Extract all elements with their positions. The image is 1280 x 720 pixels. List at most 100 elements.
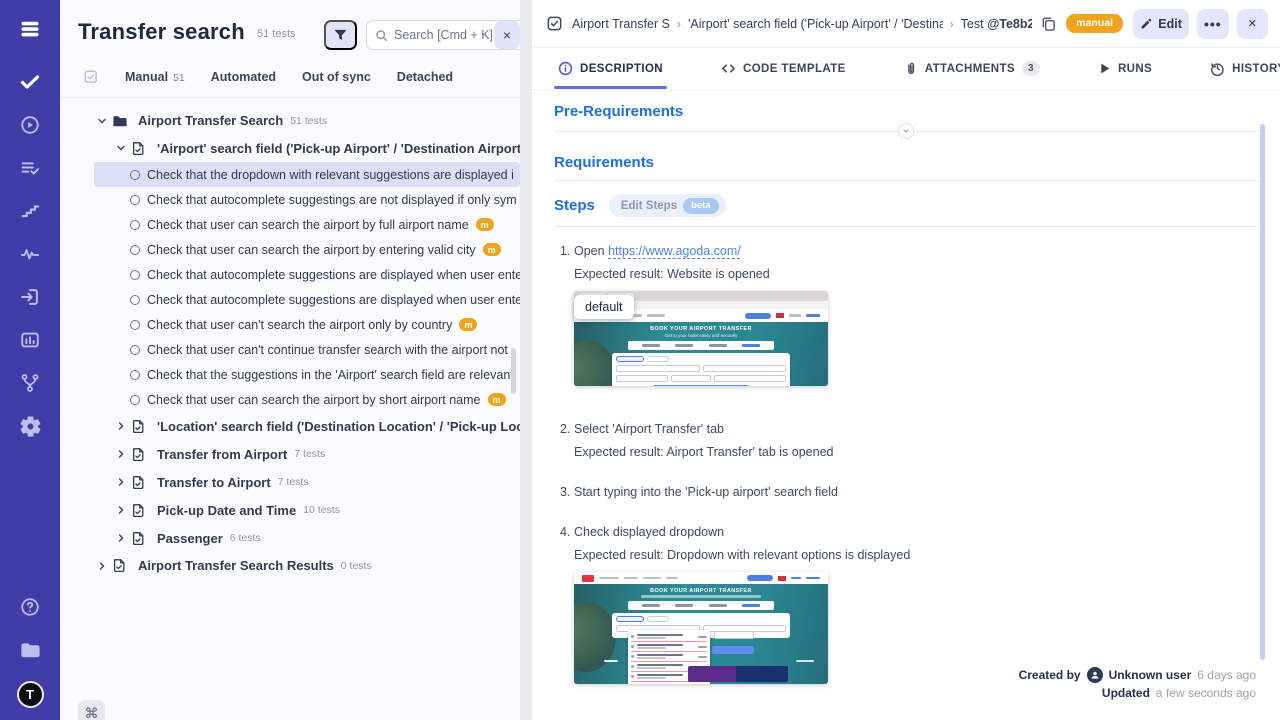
tree-item-label: Airport Transfer Search Results	[138, 558, 334, 573]
filter-tab-manual[interactable]: Manual51	[125, 70, 185, 84]
requirements-icon[interactable]	[18, 285, 42, 309]
list-scrollbar-thumb[interactable]	[511, 348, 516, 394]
shared-steps-icon[interactable]	[18, 199, 42, 223]
collapse-toggle[interactable]	[898, 123, 914, 139]
copy-icon[interactable]	[1041, 16, 1056, 31]
tree-test-case[interactable]: Check that user can search the airport b…	[94, 212, 520, 237]
tree-test-case[interactable]: Check that user can search the airport b…	[94, 387, 520, 412]
tree-suite[interactable]: Transfer to Airport7 tests	[94, 468, 520, 496]
step-action: Start typing into the 'Pick-up airport' …	[574, 485, 838, 499]
step-link[interactable]: https://www.agoda.com/	[608, 244, 741, 258]
filter-tab-detached[interactable]: Detached	[397, 70, 453, 84]
user-avatar-icon	[1087, 667, 1103, 683]
test-suite-tree: Airport Transfer Search51 tests 'Airport'…	[60, 98, 520, 579]
defects-icon[interactable]	[18, 242, 42, 266]
tree-folder[interactable]: Airport Transfer Search51 tests	[94, 107, 520, 134]
tree-suite[interactable]: 'Airport' search field ('Pick-up Airport…	[94, 134, 520, 162]
attachments-count-badge: 3	[1022, 61, 1040, 76]
test-runs-icon[interactable]	[18, 113, 42, 137]
step-item: 4.Check displayed dropdown Expected resul…	[560, 525, 1258, 684]
meta-footer: Created by Unknown user 6 days ago Updat…	[1019, 666, 1256, 702]
folder-icon	[112, 114, 128, 128]
steps-heading: Steps	[554, 197, 595, 214]
test-suite-icon	[112, 558, 126, 573]
tree-item-count: 0 tests	[341, 560, 372, 572]
breadcrumb-subsuite[interactable]: 'Airport' search field ('Pick-up Airport…	[688, 17, 943, 31]
manual-badge: m	[483, 243, 501, 256]
tree-item-label: Check that the suggestions in the 'Airpo…	[147, 368, 514, 382]
tab-code-template[interactable]: CODE TEMPLATE	[721, 48, 846, 89]
test-status-circle	[130, 345, 140, 355]
section-divider	[554, 131, 1258, 132]
step-expected-result: Expected result: Dropdown with relevant …	[574, 548, 1258, 562]
tab-history[interactable]: HISTORY	[1210, 48, 1280, 89]
filter-tab-automated[interactable]: Automated	[211, 70, 276, 84]
close-panel-button[interactable]: ×	[1237, 9, 1268, 39]
step-action: Open	[574, 244, 608, 258]
edit-steps-button[interactable]: Edit Steps beta	[609, 194, 726, 217]
select-all-icon[interactable]	[82, 68, 99, 85]
tree-item-label: Check that user can search the airport b…	[147, 393, 481, 407]
tree-test-case[interactable]: Check that user can't search the airport…	[94, 312, 520, 337]
tree-item-label: 'Airport' search field ('Pick-up Airport…	[157, 141, 520, 156]
chevron-right-icon	[115, 448, 127, 460]
tree-test-case[interactable]: Check that autocomplete suggestings are …	[94, 187, 520, 212]
step-screenshot[interactable]: BOOK YOUR AIRPORT TRANSFER	[574, 572, 828, 684]
test-id: @Te8b2...	[987, 17, 1032, 31]
tab-attachments[interactable]: ATTACHMENTS3	[904, 48, 1040, 89]
test-status-circle	[130, 195, 140, 205]
menu-icon[interactable]	[18, 17, 42, 41]
test-status-circle	[130, 270, 140, 280]
analytics-icon[interactable]	[18, 328, 42, 352]
tree-item-label: Check that user can't search the airport…	[147, 318, 452, 332]
tree-item-label: Check that autocomplete suggestions are …	[147, 268, 520, 282]
step-action: Check displayed dropdown	[574, 525, 724, 539]
breadcrumb-test[interactable]: Test @Te8b2...	[961, 17, 1033, 31]
chevron-down-icon	[96, 115, 108, 127]
tree-item-label: Check that autocomplete suggestings are …	[147, 193, 517, 207]
tree-suite[interactable]: 'Location' search field ('Destination Lo…	[94, 412, 520, 440]
tree-suite[interactable]: Airport Transfer Search Results 0 tests	[94, 552, 520, 579]
traceability-icon[interactable]	[18, 371, 42, 395]
test-plans-icon[interactable]	[18, 156, 42, 180]
test-suite-icon	[131, 531, 145, 546]
more-actions-button[interactable]: •••	[1197, 9, 1228, 39]
detail-scrollbar-thumb[interactable]	[1260, 124, 1265, 660]
test-status-circle	[130, 395, 140, 405]
manual-badge: m	[459, 318, 477, 331]
step-number: 1.	[560, 244, 574, 258]
tree-test-case[interactable]: Check that autocomplete suggestions are …	[94, 262, 520, 287]
breadcrumb-separator: ›	[677, 17, 681, 31]
projects-folder-icon[interactable]	[18, 638, 42, 662]
step-number: 4.	[560, 525, 574, 539]
test-suite-icon	[131, 141, 145, 156]
shortcut-hint[interactable]: ⌘	[78, 700, 105, 720]
tree-item-label: 'Location' search field ('Destination Lo…	[157, 419, 520, 434]
tree-test-case[interactable]: Check that user can't continue transfer …	[94, 337, 520, 362]
tree-test-case[interactable]: Check that user can search the airport b…	[94, 237, 520, 262]
help-icon[interactable]	[18, 595, 42, 619]
settings-gear-icon[interactable]	[18, 414, 42, 438]
tree-test-case[interactable]: Check that the dropdown with relevant su…	[94, 162, 520, 187]
tab-runs[interactable]: RUNS	[1098, 48, 1152, 89]
tests-icon[interactable]	[18, 70, 42, 94]
test-status-circle	[130, 220, 140, 230]
pencil-icon	[1140, 18, 1152, 30]
tree-item-count: 10 tests	[303, 504, 340, 516]
edit-button[interactable]: Edit	[1133, 9, 1189, 39]
search-close-icon[interactable]: ×	[494, 21, 520, 49]
tree-test-case[interactable]: Check that the suggestions in the 'Airpo…	[94, 362, 520, 387]
detail-tabs: DESCRIPTION CODE TEMPLATE ATTACHMENTS3 RUNS…	[532, 48, 1280, 90]
filter-tab-out-of-sync[interactable]: Out of sync	[302, 70, 371, 84]
tree-suite[interactable]: Passenger6 tests	[94, 524, 520, 552]
tree-suite[interactable]: Pick-up Date and Time 10 tests	[94, 496, 520, 524]
workspace-avatar[interactable]: T	[17, 681, 44, 708]
tree-test-case[interactable]: Check that autocomplete suggestions are …	[94, 287, 520, 312]
list-header: Transfer search 51 tests ×	[60, 0, 520, 68]
breadcrumb-suite[interactable]: Airport Transfer Se...	[572, 17, 670, 31]
tree-suite[interactable]: Transfer from Airport7 tests	[94, 440, 520, 468]
tree-item-label: Check that autocomplete suggestions are …	[147, 293, 520, 307]
tree-item-label: Pick-up Date and Time	[157, 503, 296, 518]
filter-button[interactable]	[324, 20, 357, 50]
tab-description[interactable]: DESCRIPTION	[558, 48, 663, 89]
